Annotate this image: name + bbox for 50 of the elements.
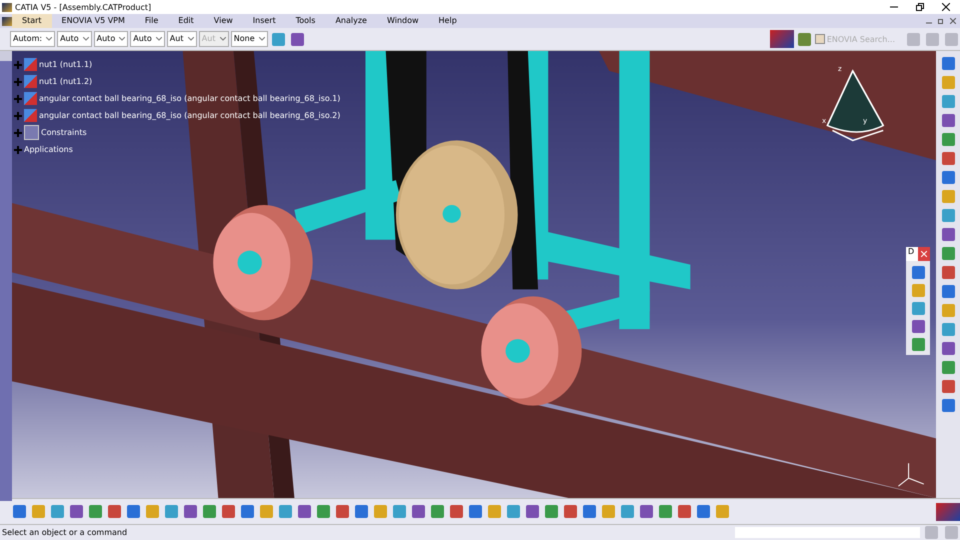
caret-icon: [220, 37, 226, 41]
menu-item[interactable]: Insert: [242, 14, 286, 28]
dropdown[interactable]: Autom:: [10, 31, 56, 47]
tree-item[interactable]: nut1 (nut1.1): [39, 60, 92, 69]
expand-icon[interactable]: [14, 94, 22, 102]
dropdown[interactable]: Aut: [166, 31, 197, 47]
axis-triad-icon: [898, 462, 924, 487]
tree-item[interactable]: Constraints: [41, 128, 87, 137]
caret-icon: [119, 37, 126, 41]
compass-icon[interactable]: [826, 70, 884, 142]
restore-icon[interactable]: [916, 3, 924, 11]
menu-item[interactable]: Analyze: [325, 14, 377, 28]
expand-icon[interactable]: [14, 112, 22, 120]
menu-item[interactable]: View: [204, 14, 243, 28]
menu-item[interactable]: Tools: [286, 14, 326, 28]
expand-icon[interactable]: [14, 60, 22, 68]
menu-item[interactable]: Start: [12, 14, 52, 28]
constraints-icon: [24, 125, 39, 140]
window-title: CATIA V5 - [Assembly.CATProduct]: [15, 2, 152, 12]
menu-item[interactable]: ENOVIA V5 VPM: [52, 14, 135, 28]
part-icon: [24, 58, 37, 71]
tree-scrollbar[interactable]: [0, 51, 12, 501]
part-icon: [24, 109, 37, 122]
status-message: Select an object or a command: [2, 528, 128, 537]
checkbox[interactable]: [814, 34, 825, 44]
tree-item[interactable]: angular contact ball bearing_68_iso (angular contact ball bearing_68_iso.2): [39, 111, 340, 120]
caret-icon: [156, 37, 162, 41]
dropdown[interactable]: Auto: [130, 31, 165, 47]
expand-icon[interactable]: [14, 146, 22, 154]
menu-item[interactable]: Help: [428, 14, 467, 28]
part-icon: [24, 92, 37, 105]
dropdown[interactable]: Auto: [57, 31, 92, 47]
caret-icon: [258, 37, 265, 41]
menu-item[interactable]: Window: [376, 14, 429, 28]
dropdown[interactable]: None: [230, 31, 268, 47]
toolbar-title: D: [907, 247, 916, 258]
tree-item[interactable]: angular contact ball bearing_68_iso (angular contact ball bearing_68_iso.1): [39, 94, 340, 103]
expand-icon[interactable]: [14, 78, 22, 86]
expand-icon[interactable]: [14, 128, 22, 136]
tree-item[interactable]: nut1 (nut1.2): [39, 77, 92, 86]
enovia-search-label: ENOVIA Search...: [826, 34, 895, 44]
part-icon: [24, 75, 37, 88]
close-icon[interactable]: [942, 3, 950, 11]
caret-icon: [82, 37, 89, 41]
menu-item[interactable]: File: [134, 14, 168, 28]
caret-icon: [188, 37, 194, 41]
caret-icon: [46, 37, 52, 41]
tree-item[interactable]: Applications: [24, 145, 73, 154]
dropdown[interactable]: Auto: [94, 31, 128, 47]
menu-item[interactable]: Edit: [168, 14, 204, 28]
